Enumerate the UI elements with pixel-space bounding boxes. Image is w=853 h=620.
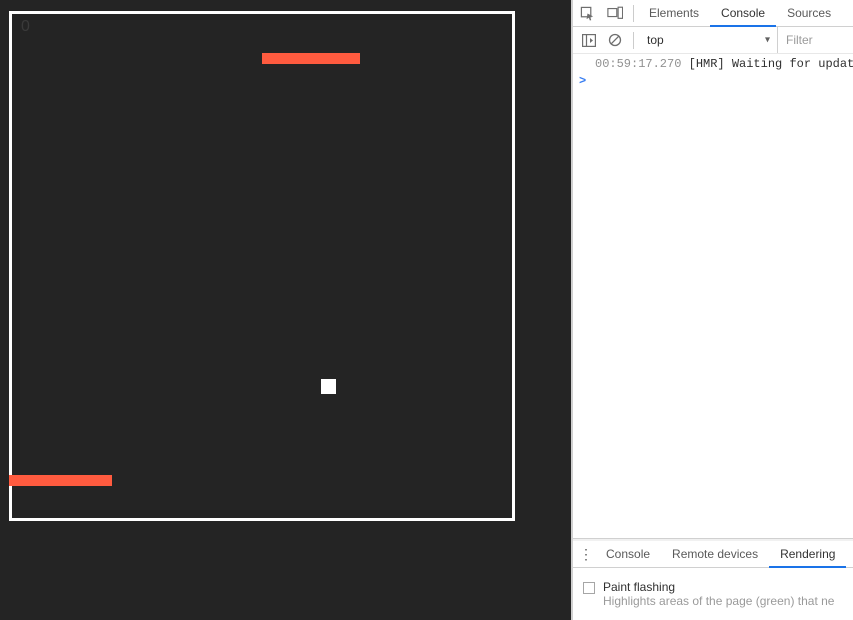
drawer-tab-console[interactable]: Console [595,541,661,567]
devtools-drawer: ⋮ Console Remote devices Rendering Paint… [573,538,853,620]
score-display: 0 [21,18,30,36]
console-toolbar-separator [633,32,634,49]
execution-context-value: top [647,33,664,47]
console-body[interactable]: 00:59:17.270 [HMR] Waiting for updat > [573,54,853,88]
console-filter-input[interactable] [786,33,853,47]
devtools-panel: Elements Console Sources top ▾ [573,0,853,620]
paint-flashing-title: Paint flashing [603,580,834,594]
rendering-panel: Paint flashing Highlights areas of the p… [573,568,853,620]
game-area[interactable]: 0 [9,11,515,521]
paint-flashing-desc: Highlights areas of the page (green) tha… [603,594,834,608]
player-square [321,379,336,394]
console-filter-wrap [777,27,853,53]
tab-sources[interactable]: Sources [776,0,842,26]
execution-context-select[interactable]: top ▾ [640,30,775,50]
log-message: [HMR] Waiting for updat [689,57,853,71]
paint-flashing-checkbox[interactable] [583,582,595,594]
console-prompt[interactable]: > [573,72,853,88]
tab-console[interactable]: Console [710,0,776,27]
obstacle-top [262,53,360,64]
tab-elements[interactable]: Elements [638,0,710,26]
console-toolbar: top ▾ [573,27,853,54]
inspect-element-icon[interactable] [573,0,601,26]
clear-console-icon[interactable] [603,28,627,52]
game-panel: 0 [0,0,571,620]
chevron-down-icon: ▾ [765,35,770,46]
drawer-tab-rendering[interactable]: Rendering [769,541,846,568]
drawer-tab-remote-devices[interactable]: Remote devices [661,541,769,567]
toggle-console-sidebar-icon[interactable] [577,28,601,52]
drawer-menu-icon[interactable]: ⋮ [577,546,595,563]
paint-flashing-label[interactable]: Paint flashing Highlights areas of the p… [603,580,834,608]
drawer-tabbar: ⋮ Console Remote devices Rendering [573,541,853,568]
obstacle-bottom [9,475,112,486]
tabbar-separator [633,5,634,22]
log-timestamp: 00:59:17.270 [595,57,689,71]
device-toolbar-icon[interactable] [601,0,629,26]
devtools-tabbar: Elements Console Sources [573,0,853,27]
console-log-entry[interactable]: 00:59:17.270 [HMR] Waiting for updat [573,56,853,72]
